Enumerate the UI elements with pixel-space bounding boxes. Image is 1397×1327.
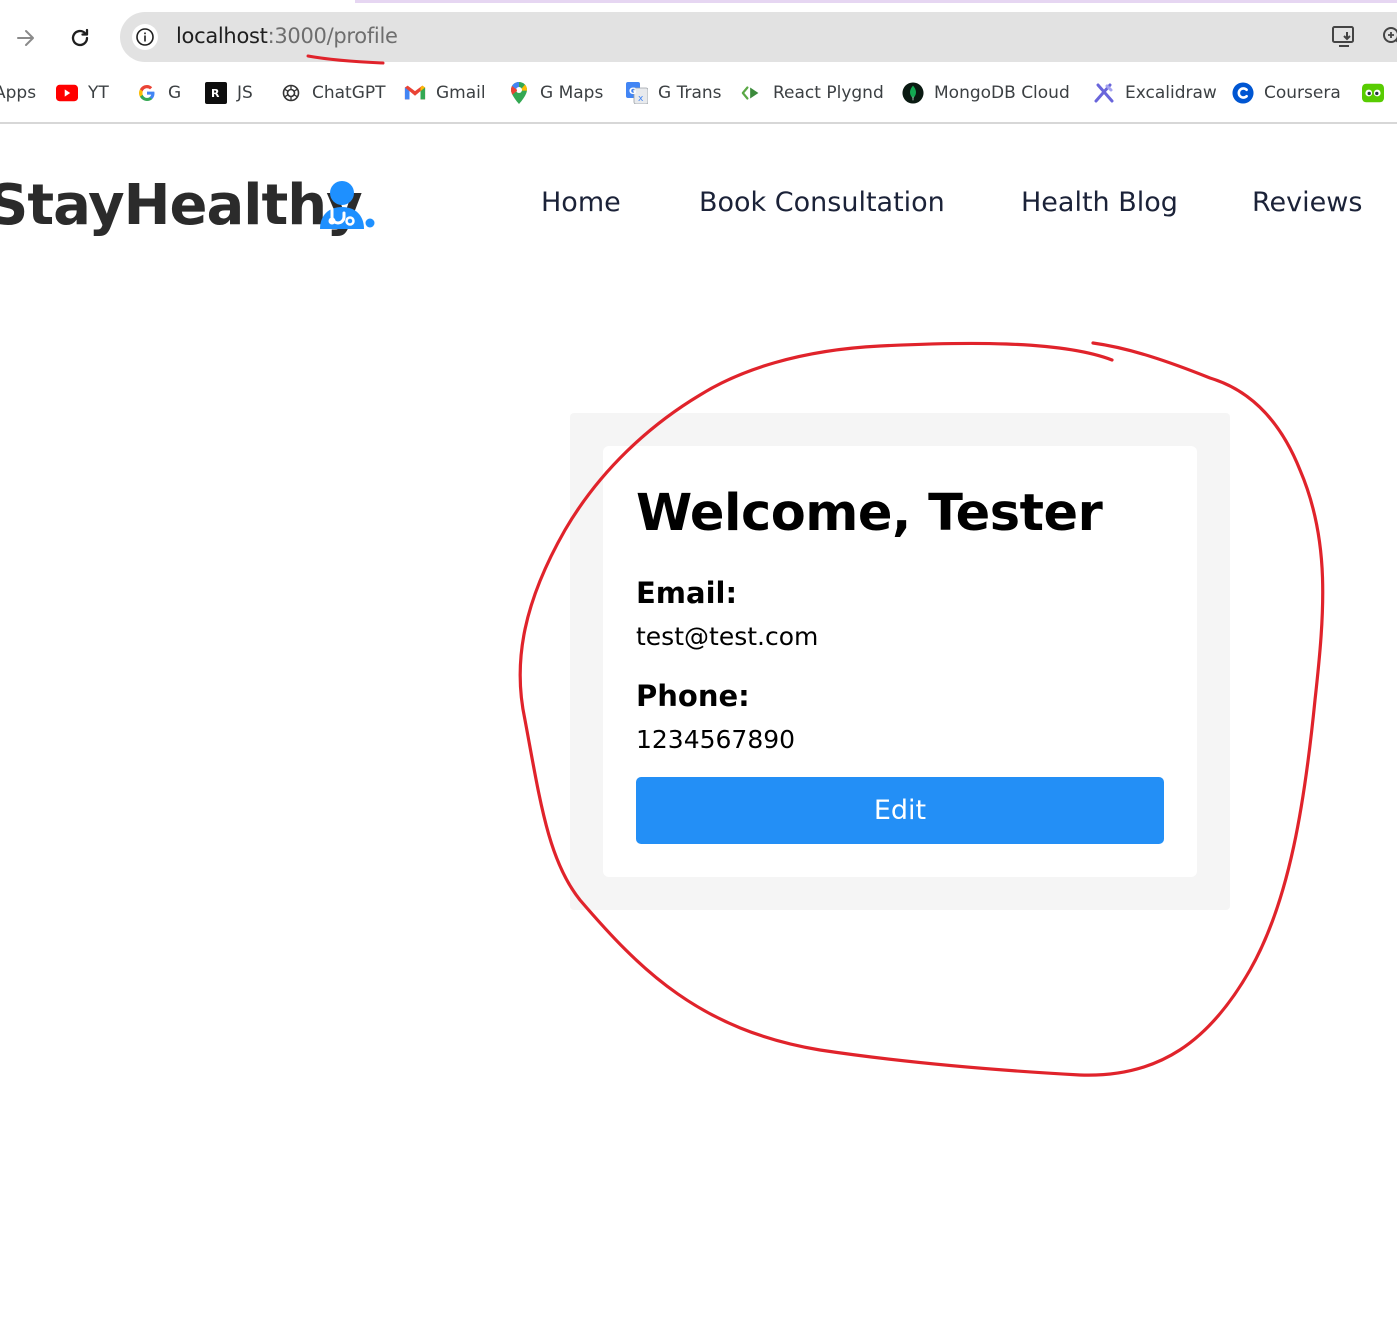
welcome-heading: Welcome, Tester [636,484,1103,543]
google-icon [136,82,158,104]
bookmark-gmaps[interactable]: G Maps [508,80,603,106]
bookmark-react-plygnd[interactable]: React Plygnd [741,80,884,106]
bookmarks-bar: Apps YT G R JS C [0,66,1397,124]
nav-home[interactable]: Home [541,187,621,218]
excalidraw-icon [1093,82,1115,104]
chatgpt-icon [280,82,302,104]
svg-text:x: x [638,94,644,104]
site-navbar: StayHealthy Home Book Consultation Healt… [0,125,1397,285]
bookmark-excalidraw[interactable]: Excalidraw [1093,80,1217,106]
bookmark-label: Gmail [436,83,486,103]
bookmark-gmail[interactable]: Gmail [404,80,486,106]
url-text[interactable]: localhost:3000/profile [176,24,398,48]
zoom-icon[interactable] [1380,24,1397,50]
address-bar[interactable]: localhost:3000/profile [120,12,1397,62]
bookmark-coursera[interactable]: Coursera [1232,80,1341,106]
bookmark-g[interactable]: G [136,80,181,106]
tab-strip-accent [355,0,1397,3]
gmail-icon [404,82,426,104]
reload-button[interactable] [64,22,96,54]
url-port-path: :3000/profile [267,24,398,48]
coursera-icon [1232,82,1254,104]
nav-health-blog[interactable]: Health Blog [1021,187,1178,218]
bookmark-label: ChatGPT [312,83,386,103]
phone-value: 1234567890 [636,725,796,754]
bookmark-label: Excalidraw [1125,83,1217,103]
react-playground-icon [741,82,763,104]
phone-label: Phone: [636,679,750,713]
bookmark-apps[interactable]: Apps [0,80,36,106]
email-value: test@test.com [636,622,819,651]
bookmark-label: G Maps [540,83,604,103]
doctor-icon [320,181,375,229]
translate-icon: G x [626,82,648,104]
url-host: localhost [176,24,268,48]
site-info-icon[interactable] [132,24,158,50]
forward-button[interactable] [10,22,42,54]
browser-toolbar: localhost:3000/profile [0,0,1397,66]
nav-reviews[interactable]: Reviews [1252,187,1362,218]
youtube-icon [56,82,78,104]
mongodb-icon [902,82,924,104]
bookmark-label: JS [237,83,253,103]
bookmark-label: YT [88,83,109,103]
profile-card-container: Welcome, Tester Email: test@test.com Pho… [570,413,1230,910]
bookmark-duolingo[interactable] [1362,80,1394,106]
email-label: Email: [636,576,738,610]
bookmark-label: G [168,83,182,103]
reload-icon [71,28,89,47]
install-app-icon[interactable] [1330,24,1358,50]
bookmark-js[interactable]: R JS [205,80,253,106]
bookmark-yt[interactable]: YT [56,80,109,106]
bookmark-label: Coursera [1264,83,1341,103]
duolingo-icon [1362,82,1384,104]
replit-icon: R [205,82,227,104]
maps-pin-icon [508,82,530,104]
bookmark-label: G Trans [658,83,722,103]
svg-text:R: R [211,87,220,100]
bookmark-label: React Plygnd [773,83,884,103]
bookmark-mongodb[interactable]: MongoDB Cloud [902,80,1070,106]
bookmark-label: Apps [0,83,37,103]
bookmark-chatgpt[interactable]: ChatGPT [280,80,386,106]
edit-button[interactable]: Edit [636,777,1164,844]
nav-book-consultation[interactable]: Book Consultation [699,187,945,218]
profile-card: Welcome, Tester Email: test@test.com Pho… [603,446,1197,877]
bookmark-gtrans[interactable]: G x G Trans [626,80,722,106]
bookmark-label: MongoDB Cloud [934,83,1070,103]
svg-text:G: G [629,87,636,97]
arrow-right-icon [17,30,34,46]
brand-logo-text[interactable]: StayHealthy [0,173,363,238]
